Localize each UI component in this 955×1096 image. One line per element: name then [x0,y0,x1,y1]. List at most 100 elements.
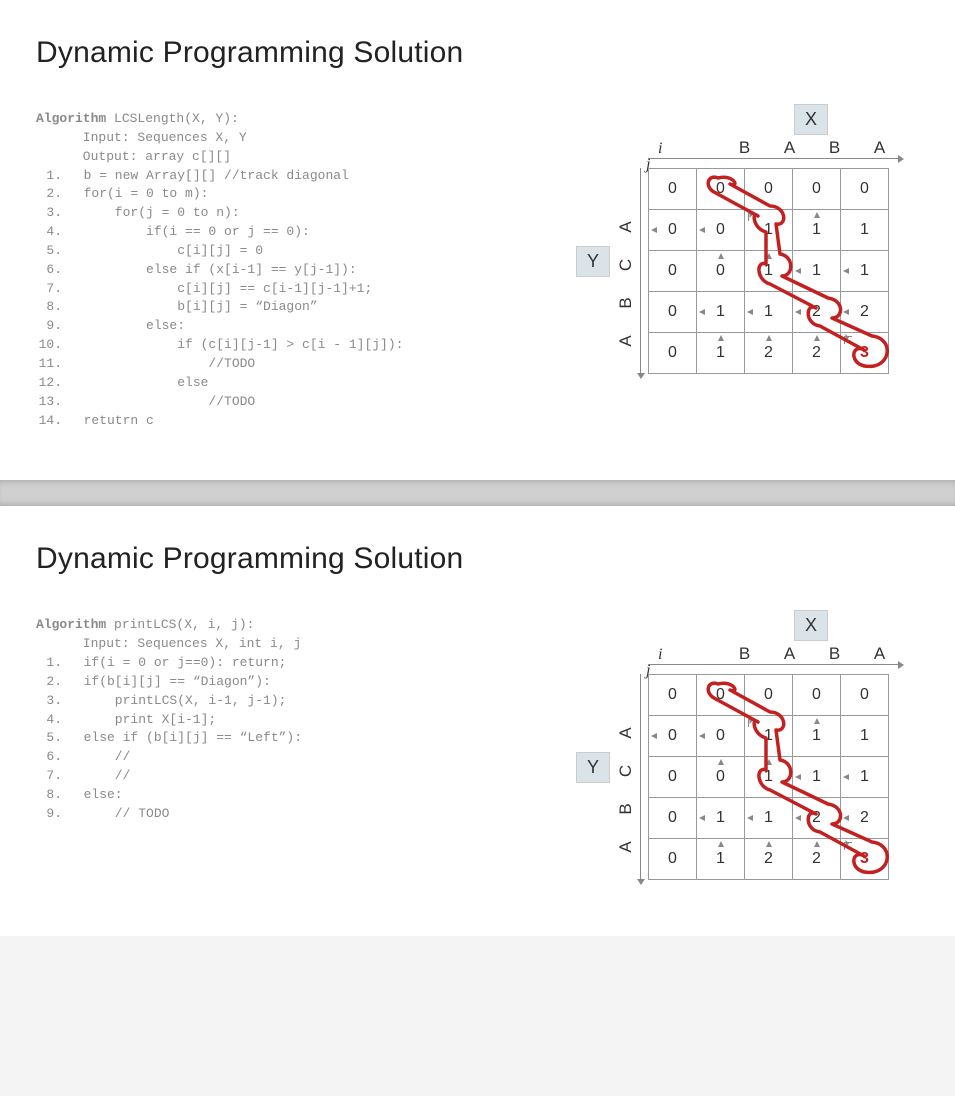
dp-cell: 2 [793,839,841,880]
dp-table-diagram: XYijBABAACBA0000000111001110112201223 [576,110,906,380]
dp-grid: 0000000111001110112201223 [648,674,889,880]
dp-cell: 0 [649,757,697,798]
dp-cell: 0 [841,675,889,716]
arrow-left-icon [699,733,705,739]
dp-cell: 1 [745,798,793,839]
dp-cell: 0 [649,292,697,333]
slide-title: Dynamic Programming Solution [36,36,919,70]
column-headers: BABA [722,644,902,664]
dp-cell: 0 [697,757,745,798]
slide-1: Dynamic Programming Solution Algorithm L… [0,0,955,480]
dp-cell: 1 [697,798,745,839]
arrow-left-icon [843,268,849,274]
dp-cell: 1 [745,210,793,251]
arrow-up-icon [766,759,772,765]
dp-cell: 2 [793,292,841,333]
dp-table-diagram: XYijBABAACBA0000000111001110112201223 [576,616,906,886]
x-axis-badge: X [794,104,828,135]
dp-cell: 0 [793,169,841,210]
dp-cell: 1 [697,292,745,333]
dp-cell: 1 [793,757,841,798]
arrow-up-icon [718,335,724,341]
arrow-left-icon [699,815,705,821]
dp-cell: 0 [649,210,697,251]
dp-cell: 1 [793,210,841,251]
arrow-left-icon [843,815,849,821]
arrow-left-icon [843,774,849,780]
dp-cell: 0 [745,169,793,210]
dp-cell: 1 [745,292,793,333]
arrow-up-icon [766,253,772,259]
row-headers: ACBA [616,714,636,866]
i-label: i [658,646,662,664]
slide-title: Dynamic Programming Solution [36,542,919,576]
dp-cell: 0 [649,251,697,292]
dp-cell: 2 [793,333,841,374]
dp-cell: 3 [841,839,889,880]
dp-cell: 1 [841,716,889,757]
dp-cell: 0 [745,675,793,716]
arrow-up-icon [718,841,724,847]
pseudocode-block: Algorithm printLCS(X, i, j): Input: Sequ… [36,616,566,823]
y-axis-badge: Y [576,752,610,783]
dp-cell: 1 [745,251,793,292]
dp-cell: 1 [793,716,841,757]
dp-cell: 1 [697,839,745,880]
column-headers: BABA [722,138,902,158]
dp-cell: 0 [649,839,697,880]
x-axis-badge: X [794,610,828,641]
dp-cell: 0 [697,716,745,757]
dp-cell: 1 [841,757,889,798]
arrow-diagonal-icon [748,719,756,727]
dp-cell: 1 [793,251,841,292]
dp-cell: 1 [745,757,793,798]
dp-cell: 1 [745,716,793,757]
arrow-up-icon [814,718,820,724]
dp-cell: 0 [697,210,745,251]
dp-cell: 0 [793,675,841,716]
arrow-left-icon [651,227,657,233]
arrow-left-icon [795,309,801,315]
arrow-left-icon [747,309,753,315]
dp-cell: 0 [649,675,697,716]
y-axis-badge: Y [576,246,610,277]
dp-cell: 1 [841,210,889,251]
arrow-left-icon [795,815,801,821]
dp-cell: 2 [841,798,889,839]
arrow-up-icon [766,841,772,847]
dp-cell: 0 [649,798,697,839]
arrow-left-icon [699,227,705,233]
arrow-up-icon [718,253,724,259]
dp-grid: 0000000111001110112201223 [648,168,889,374]
arrow-up-icon [718,759,724,765]
dp-cell: 3 [841,333,889,374]
dp-cell: 1 [697,333,745,374]
dp-cell: 0 [697,251,745,292]
arrow-up-icon [814,841,820,847]
arrow-diagonal-icon [844,336,852,344]
dp-cell: 0 [649,716,697,757]
dp-cell: 2 [745,839,793,880]
arrow-diagonal-icon [844,842,852,850]
slide-separator [0,480,955,506]
arrow-left-icon [795,268,801,274]
arrow-up-icon [814,212,820,218]
dp-cell: 0 [649,333,697,374]
dp-cell: 2 [793,798,841,839]
arrow-left-icon [843,309,849,315]
arrow-up-icon [814,335,820,341]
pseudocode-block: Algorithm LCSLength(X, Y): Input: Sequen… [36,110,566,430]
dp-cell: 1 [841,251,889,292]
top-axis-arrow [648,664,898,665]
row-headers: ACBA [616,208,636,360]
dp-cell: 0 [841,169,889,210]
dp-cell: 0 [649,169,697,210]
dp-cell: 2 [745,333,793,374]
slide-2: Dynamic Programming Solution Algorithm p… [0,506,955,936]
arrow-left-icon [795,774,801,780]
dp-cell: 0 [697,675,745,716]
arrow-left-icon [651,733,657,739]
dp-cell: 2 [841,292,889,333]
arrow-up-icon [766,335,772,341]
arrow-diagonal-icon [748,213,756,221]
